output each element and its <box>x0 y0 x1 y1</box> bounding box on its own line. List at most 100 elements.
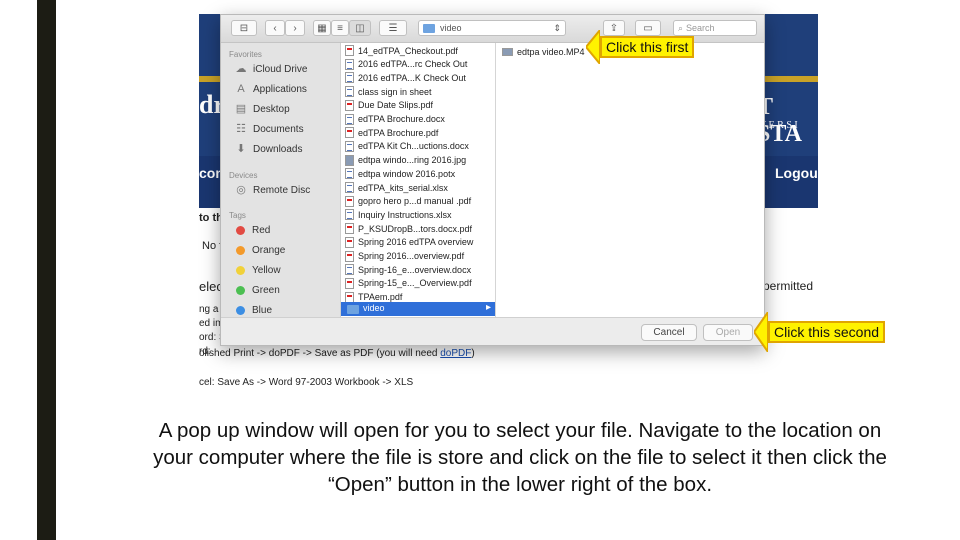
tag-color-icon <box>236 246 245 255</box>
tag-color-icon <box>236 306 245 315</box>
file-item[interactable]: Spring 2016...overview.pdf <box>345 250 464 263</box>
sidebar-tag-blue[interactable]: Blue <box>235 305 272 316</box>
dopdf-link[interactable]: doPDF <box>440 348 471 359</box>
location-label: video <box>440 23 462 33</box>
sidebar-item-applications[interactable]: A Applications <box>235 83 307 95</box>
selected-folder-label: video <box>363 303 385 313</box>
back-button[interactable]: ‹ <box>265 20 285 36</box>
file-name: Inquiry Instructions.xlsx <box>358 209 452 220</box>
selected-folder-row[interactable]: video ▸ <box>341 302 495 316</box>
video-file-item[interactable]: edtpa video.MP4 <box>502 45 585 58</box>
pdf-file-icon <box>345 250 354 262</box>
sidebar-tag-red[interactable]: Red <box>235 225 270 236</box>
sidebar-tag-orange[interactable]: Orange <box>235 245 285 256</box>
sidebar-item-icon: ⬇ <box>236 143 246 155</box>
grid-icon: ▦ <box>317 22 327 34</box>
file-item[interactable]: edtpa windo...ring 2016.jpg <box>345 154 466 167</box>
file-name: 2016 edTPA...K Check Out <box>358 72 466 83</box>
sidebar-item-desktop[interactable]: ▤ Desktop <box>235 103 290 115</box>
file-item[interactable]: edTPA Kit Ch...uctions.docx <box>345 140 469 153</box>
file-item[interactable]: 14_edTPA_Checkout.pdf <box>345 44 458 57</box>
list-icon: ≡ <box>337 22 343 34</box>
file-item[interactable]: Spring-15_e..._Overview.pdf <box>345 277 472 290</box>
document-file-icon <box>345 264 354 276</box>
file-name: Due Date Slips.pdf <box>358 100 434 111</box>
callout-first-label: Click this first <box>600 36 695 58</box>
file-item[interactable]: 2016 edTPA...K Check Out <box>345 71 466 84</box>
sidebar-toggle-icon: ⊟ <box>239 22 249 34</box>
file-name: edTPA Kit Ch...uctions.docx <box>358 141 469 152</box>
pdf-file-icon <box>345 99 354 111</box>
site-excel-line: cel: Save As -> Word 97-2003 Workbook ->… <box>199 377 414 388</box>
arrange-icon: ☰ <box>388 22 398 34</box>
file-name: gopro hero p...d manual .pdf <box>358 196 472 207</box>
arrange-button[interactable]: ☰ <box>379 20 407 36</box>
tag-color-icon <box>236 226 245 235</box>
file-name: edTPA Brochure.pdf <box>358 127 439 138</box>
file-item[interactable]: class sign in sheet <box>345 85 432 98</box>
file-name: edTPA_kits_serial.xlsx <box>358 182 448 193</box>
document-file-icon <box>345 140 354 152</box>
sidebar-item-downloads[interactable]: ⬇ Downloads <box>235 143 302 155</box>
sidebar-item-label: Desktop <box>253 103 290 115</box>
pdf-file-icon <box>345 236 354 248</box>
file-name: 14_edTPA_Checkout.pdf <box>358 45 458 56</box>
file-item[interactable]: P_KSUDropB...tors.docx.pdf <box>345 222 472 235</box>
tag-color-icon <box>236 286 245 295</box>
sidebar-item-icloud-drive[interactable]: ☁ iCloud Drive <box>235 63 308 75</box>
pdf-file-icon <box>345 127 354 139</box>
file-item[interactable]: 2016 edTPA...rc Check Out <box>345 58 467 71</box>
document-file-icon <box>345 209 354 221</box>
site-text-row: ng a <box>199 304 219 315</box>
sidebar-item-label: Remote Disc <box>253 184 311 196</box>
publisher-instructions: olished Print -> doPDF -> Save as PDF (y… <box>199 348 441 359</box>
list-view-button[interactable]: ≡ <box>331 20 349 36</box>
file-name: edtpa windo...ring 2016.jpg <box>358 155 467 166</box>
file-item[interactable]: gopro hero p...d manual .pdf <box>345 195 471 208</box>
dialog-button-bar: Cancel Open <box>221 317 764 345</box>
pdf-file-icon <box>345 195 354 207</box>
file-item[interactable]: edTPA Brochure.docx <box>345 113 445 126</box>
sidebar-tag-green[interactable]: Green <box>235 285 280 296</box>
sidebar-tag-yellow[interactable]: Yellow <box>235 265 281 276</box>
file-name: class sign in sheet <box>358 86 432 97</box>
folder-icon <box>347 305 359 314</box>
file-item[interactable]: edTPA_kits_serial.xlsx <box>345 181 448 194</box>
sidebar-toggle-button[interactable]: ⊟ <box>231 20 257 36</box>
file-item[interactable]: edtpa window 2016.potx <box>345 167 455 180</box>
folder-icon <box>423 23 435 33</box>
file-name: TPAem.pdf <box>358 292 403 303</box>
video-file-label: edtpa video.MP4 <box>517 46 585 57</box>
file-name: Spring 2016...overview.pdf <box>358 251 465 261</box>
location-popup[interactable]: video ⇕ <box>418 20 566 36</box>
open-button[interactable]: Open <box>703 324 753 341</box>
callout-second-label: Click this second <box>768 321 886 343</box>
slide-caption: A pop up window will open for you to sel… <box>153 419 887 496</box>
file-item[interactable]: Spring-16_e...overview.docx <box>345 263 471 276</box>
sidebar-item-remote-disc[interactable]: ◎ Remote Disc <box>235 184 310 196</box>
cancel-button[interactable]: Cancel <box>641 324 697 341</box>
pdf-file-icon <box>345 45 354 56</box>
file-item[interactable]: Inquiry Instructions.xlsx <box>345 208 452 221</box>
file-item[interactable]: edTPA Brochure.pdf <box>345 126 438 139</box>
logout-link[interactable]: Logou <box>775 165 818 181</box>
sidebar-item-documents[interactable]: ☷ Documents <box>235 123 304 135</box>
sidebar-header-favorites: Favorites <box>229 50 262 59</box>
sidebar-item-icon: ☁ <box>235 63 247 75</box>
sidebar-tag-label: Orange <box>252 245 286 256</box>
sidebar-tag-label: Red <box>252 225 271 236</box>
document-file-icon <box>345 86 354 98</box>
icon-view-button[interactable]: ▦ <box>313 20 331 36</box>
tag-color-icon <box>236 266 245 275</box>
pdf-file-icon <box>345 291 354 303</box>
column-view-button[interactable]: ◫ <box>349 20 371 36</box>
forward-button[interactable]: › <box>285 20 305 36</box>
chevron-left-icon: ‹ <box>273 22 277 34</box>
file-name: Spring-15_e..._Overview.pdf <box>358 278 472 289</box>
sidebar-header-devices: Devices <box>229 171 258 180</box>
sidebar-item-label: Documents <box>253 123 304 135</box>
arrow-left-icon <box>754 312 768 352</box>
sidebar-item-label: Downloads <box>253 143 303 155</box>
file-item[interactable]: Spring 2016 edTPA overview <box>345 236 473 249</box>
file-item[interactable]: Due Date Slips.pdf <box>345 99 433 112</box>
